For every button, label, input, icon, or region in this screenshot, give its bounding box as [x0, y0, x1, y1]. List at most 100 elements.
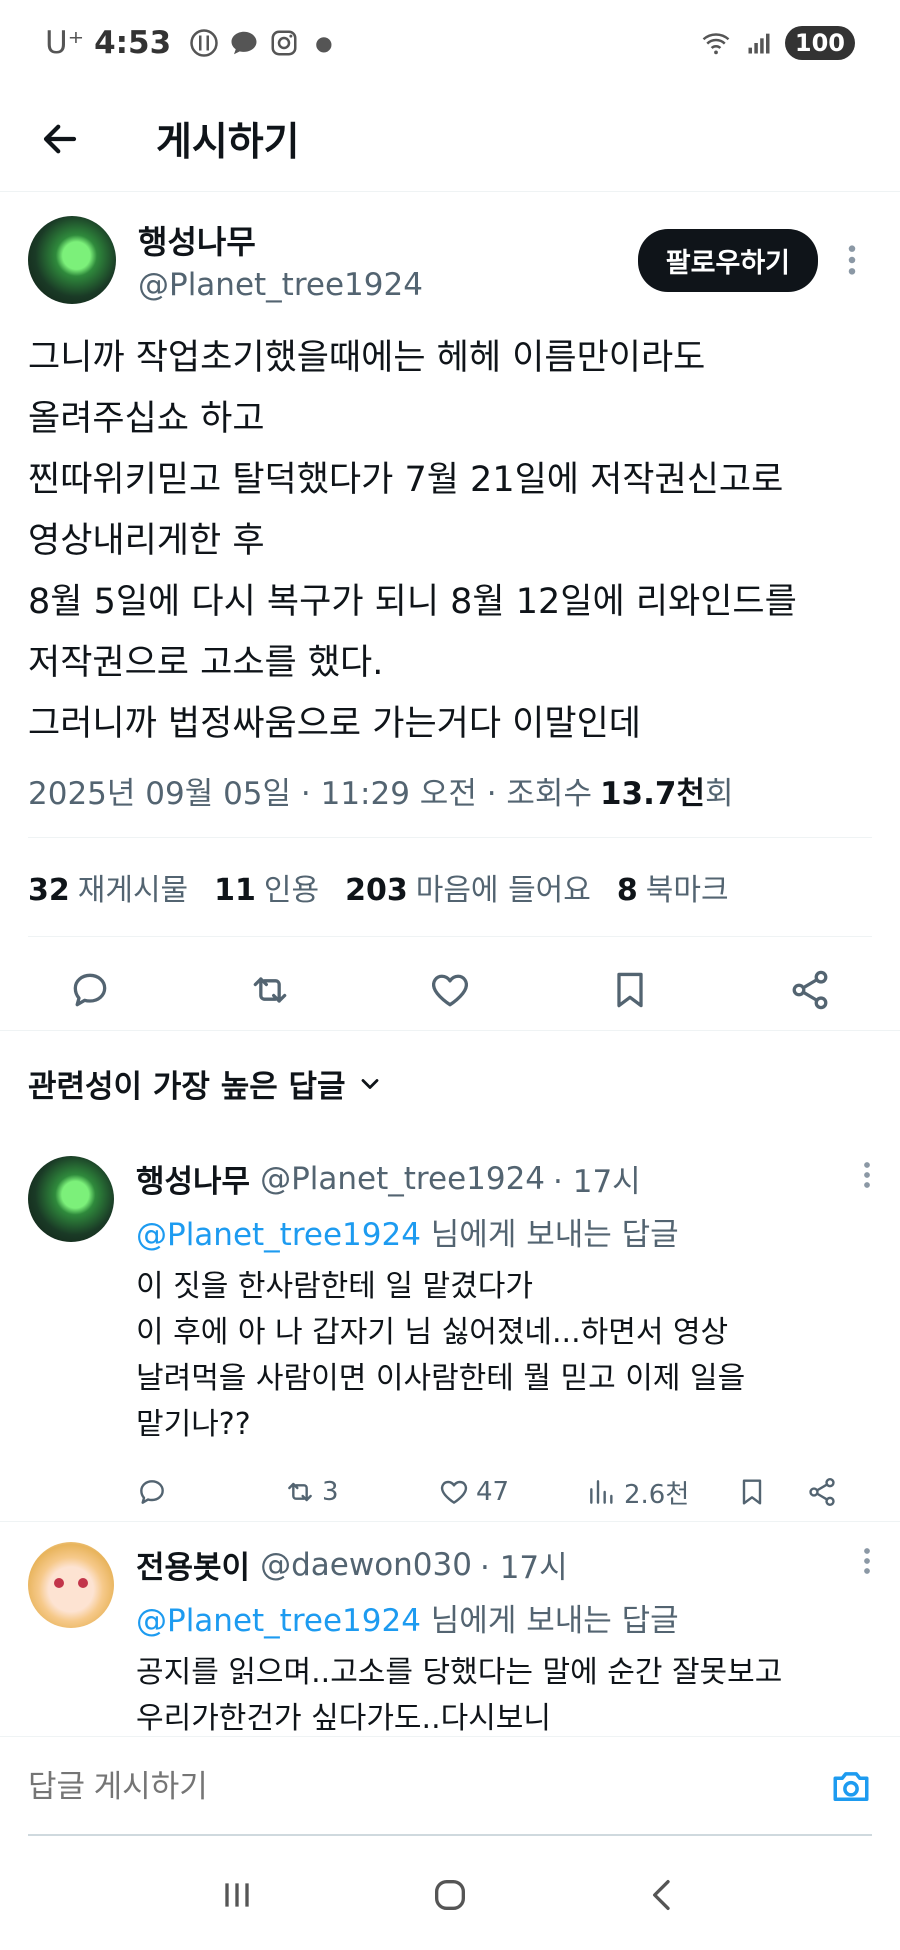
reply-content: 전용봇이 @daewon030 · 17시 @Planet_tree1924 님… — [136, 1542, 872, 1742]
divider — [0, 1521, 900, 1522]
status-bar: U⁺ 4:53 ● 100 — [0, 0, 900, 86]
quotes-stat[interactable]: 11 인용 — [214, 865, 319, 909]
carrier-label: U⁺ — [45, 25, 85, 61]
reply-like-button[interactable]: 47 — [438, 1476, 586, 1508]
reply-author-name[interactable]: 행성나무 — [136, 1156, 250, 1201]
reply-to-suffix: 님에게 보내는 답글 — [420, 1217, 679, 1253]
wifi-icon — [702, 33, 730, 55]
replies-sort-dropdown[interactable]: 관련성이 가장 높은 답글 — [0, 1030, 900, 1106]
replies-sort-label: 관련성이 가장 높은 답글 — [28, 1069, 346, 1105]
more-options-button[interactable] — [832, 243, 872, 277]
status-time: 4:53 — [94, 25, 172, 61]
author-row: 행성나무 @Planet_tree1924 팔로우하기 — [28, 216, 872, 304]
status-left: U⁺ 4:53 ● — [45, 25, 333, 61]
reply-author-handle[interactable]: @daewon030 — [260, 1547, 472, 1583]
author-handle[interactable]: @Planet_tree1924 — [138, 267, 423, 303]
compose-bar — [0, 1736, 900, 1836]
reply-views-button[interactable]: 2.6천 — [586, 1474, 736, 1511]
likes-stat[interactable]: 203 마음에 들어요 — [345, 865, 591, 909]
more-options-button[interactable] — [862, 1160, 872, 1198]
reply-header: 행성나무 @Planet_tree1924 · 17시 — [136, 1156, 872, 1201]
compose-underline — [28, 1834, 872, 1836]
bookmarks-count: 8 — [616, 873, 638, 908]
page-title: 게시하기 — [156, 119, 300, 165]
reply-author-name[interactable]: 전용봇이 — [136, 1542, 250, 1587]
mention-link[interactable]: @Planet_tree1924 — [136, 1217, 421, 1253]
avatar[interactable] — [28, 216, 116, 304]
bookmark-icon — [742, 1479, 762, 1505]
back-button[interactable] — [30, 109, 90, 169]
bookmarks-label: 북마크 — [645, 873, 729, 908]
reply-text: 공지를 읽으며..고소를 당했다는 말에 순간 잘못보고 우리가한건가 싶다가도… — [136, 1655, 783, 1736]
back-icon[interactable] — [643, 1875, 683, 1915]
speech-bubble-icon — [140, 1480, 164, 1504]
tweet-actions — [28, 937, 872, 1043]
share-button[interactable] — [788, 968, 832, 1012]
reply-item[interactable]: 전용봇이 @daewon030 · 17시 @Planet_tree1924 님… — [0, 1542, 900, 1742]
bar-chart-icon — [590, 1480, 613, 1504]
home-icon[interactable] — [430, 1875, 470, 1915]
chat-bubble-icon — [231, 31, 257, 55]
app-header: 게시하기 — [0, 86, 900, 192]
notification-icons — [189, 28, 299, 58]
reply-header: 전용봇이 @daewon030 · 17시 — [136, 1542, 872, 1587]
reposts-count: 32 — [28, 873, 70, 908]
bookmark-button[interactable] — [608, 968, 652, 1012]
quotes-label: 인용 — [263, 873, 320, 908]
reply-time: · 17시 — [479, 1550, 568, 1586]
reply-bookmark-button[interactable] — [736, 1476, 806, 1508]
reply-time: · 17시 — [553, 1164, 641, 1200]
views-count: 2.6천 — [624, 1479, 690, 1510]
signal-icon — [748, 33, 770, 54]
reply-input[interactable] — [28, 1768, 830, 1805]
author-name[interactable]: 행성나무 — [138, 217, 423, 263]
reply-share-button[interactable] — [806, 1476, 838, 1508]
avatar[interactable] — [28, 1542, 114, 1628]
views-count: 13.7천 — [599, 775, 705, 812]
bookmarks-stat[interactable]: 8 북마크 — [617, 865, 729, 909]
recent-apps-icon[interactable] — [217, 1875, 257, 1915]
instagram-icon — [271, 30, 297, 56]
more-vertical-icon — [848, 245, 856, 275]
like-button[interactable] — [428, 968, 472, 1012]
reply-button[interactable] — [68, 968, 112, 1012]
more-vertical-icon — [864, 1161, 870, 1188]
reposts-stat[interactable]: 32 재게시물 — [28, 865, 188, 909]
chevron-down-icon — [361, 1078, 378, 1089]
tweet-timestamp[interactable]: 2025년 09월 05일 · 11:29 오전 · 조회수 — [28, 768, 592, 813]
reply-item[interactable]: 행성나무 @Planet_tree1924 · 17시 @Planet_tree… — [0, 1156, 900, 1512]
battery-indicator: 100 — [784, 26, 855, 60]
engagement-stats: 32 재게시물 11 인용 203 마음에 들어요 8 북마크 — [28, 838, 872, 936]
reply-author-handle[interactable]: @Planet_tree1924 — [260, 1161, 545, 1197]
tweet-text: 그니까 작업초기했을때에는 헤헤 이름만이라도 올려주십쇼 하고 찐따위키믿고 … — [28, 338, 797, 744]
reply-reply-button[interactable] — [136, 1476, 284, 1508]
more-notifications-dot: ● — [315, 31, 333, 55]
reply-to-suffix: 님에게 보내는 답글 — [420, 1603, 679, 1639]
reposts-label: 재게시물 — [77, 873, 189, 908]
reply-to-line: @Planet_tree1924 님에게 보내는 답글 — [136, 1209, 872, 1254]
avatar[interactable] — [28, 1156, 114, 1242]
status-right: 100 — [699, 26, 855, 60]
likes-label: 마음에 들어요 — [415, 873, 591, 908]
repost-count: 3 — [322, 1477, 339, 1507]
likes-count: 203 — [345, 873, 408, 908]
main-tweet: 행성나무 @Planet_tree1924 팔로우하기 그니까 작업초기했을때에… — [0, 192, 900, 1043]
follow-button[interactable]: 팔로우하기 — [637, 228, 818, 292]
more-options-button[interactable] — [862, 1546, 872, 1584]
share-icon — [809, 1478, 835, 1506]
reply-actions: 3 47 2.6천 — [136, 1472, 872, 1512]
tweet-meta: 2025년 09월 05일 · 11:29 오전 · 조회수 13.7천 회 — [28, 765, 872, 815]
more-vertical-icon — [864, 1547, 870, 1574]
mention-link[interactable]: @Planet_tree1924 — [136, 1603, 421, 1639]
camera-icon[interactable] — [830, 1766, 872, 1808]
heart-icon — [440, 1480, 468, 1504]
like-count: 47 — [476, 1477, 510, 1507]
quotes-count: 11 — [214, 873, 256, 908]
author-meta: 행성나무 @Planet_tree1924 — [138, 217, 423, 303]
reply-repost-button[interactable]: 3 — [284, 1476, 438, 1508]
views-suffix: 회 — [704, 775, 734, 812]
repost-button[interactable] — [248, 968, 292, 1012]
food-app-icon — [190, 29, 218, 57]
reply-content: 행성나무 @Planet_tree1924 · 17시 @Planet_tree… — [136, 1156, 872, 1512]
reply-text: 이 짓을 한사람한테 일 맡겼다가 이 후에 아 나 갑자기 님 싫어졌네...… — [136, 1269, 746, 1442]
